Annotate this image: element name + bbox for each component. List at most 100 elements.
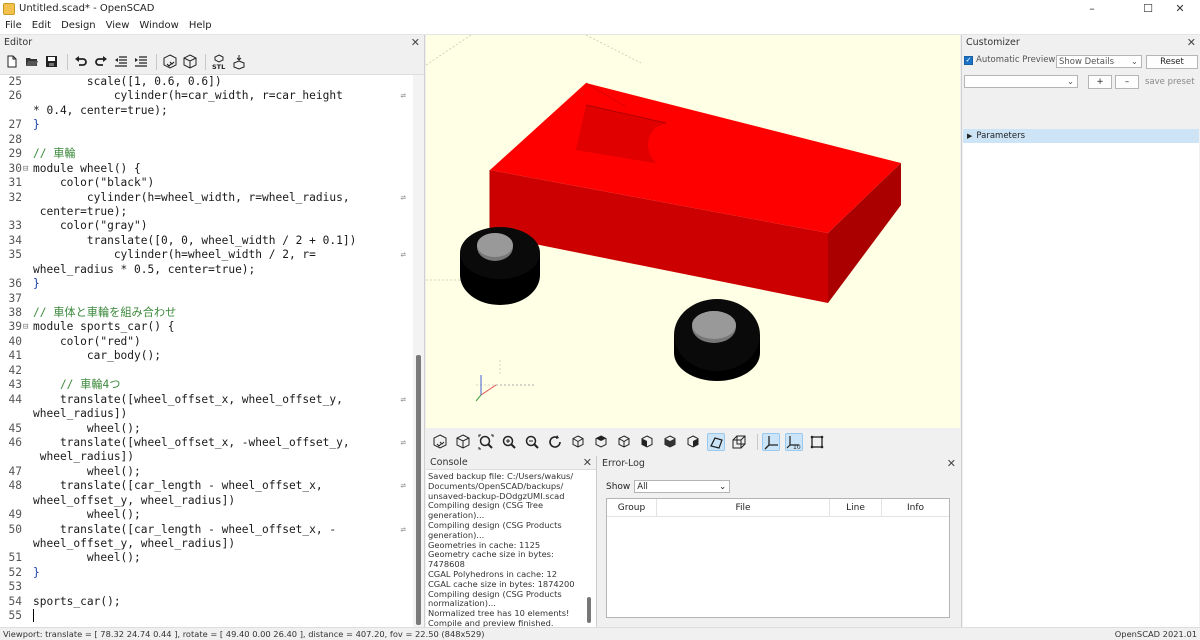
code-line[interactable]: wheel_radius * 0.5, center=true); [0,263,412,277]
redo-icon[interactable] [92,53,109,70]
code-line[interactable]: wheel_radius]) [0,450,412,464]
code-line[interactable]: wheel_offset_y, wheel_radius]) [0,494,412,508]
view-front-icon[interactable] [661,433,679,451]
show-filter-select[interactable]: All ⌄ [634,480,731,493]
reset-view-icon[interactable] [546,433,564,451]
code-line[interactable]: 27} [0,118,412,132]
code-line[interactable]: * 0.4, center=true); [0,104,412,118]
open-file-icon[interactable] [23,53,40,70]
code-line[interactable]: 53 [0,580,412,594]
code-line[interactable]: 26 cylinder(h=car_width, r=car_height ⇌ [0,89,412,103]
show-edges-icon[interactable] [808,433,826,451]
menu-file[interactable]: File [0,20,27,31]
minimize-button[interactable]: – [1072,0,1112,17]
view-left-icon[interactable] [638,433,656,451]
code-line[interactable]: 51 wheel(); [0,551,412,565]
code-line[interactable]: 40 color("red") [0,335,412,349]
save-preset-button[interactable]: save preset [1145,77,1195,87]
code-line[interactable]: wheel_radius]) [0,407,412,421]
code-line[interactable]: 25 scale([1, 0.6, 0.6]) [0,75,412,89]
fold-marker-icon[interactable]: ⊟ [23,320,31,334]
view-all-icon[interactable] [477,433,495,451]
perspective-icon[interactable] [707,433,725,451]
code-line[interactable]: 34 translate([0, 0, wheel_width / 2 + 0.… [0,234,412,248]
console-close-button[interactable]: ✕ [583,456,592,469]
code-line[interactable]: 50 translate([car_length - wheel_offset_… [0,523,412,537]
menu-window[interactable]: Window [134,20,183,31]
menu-edit[interactable]: Edit [27,20,56,31]
code-line[interactable]: center=true); [0,205,412,219]
preview-icon[interactable] [431,433,449,451]
menu-view[interactable]: View [101,20,135,31]
unindent-icon[interactable] [112,53,129,70]
show-axes-icon[interactable] [762,433,780,451]
code-line[interactable]: 31 color("black") [0,176,412,190]
code-line[interactable]: 36} [0,277,412,291]
auto-preview-checkbox[interactable]: ✓ [964,55,973,65]
details-select[interactable]: Show Details ⌄ [1056,55,1142,68]
customizer-close-button[interactable]: ✕ [1187,36,1196,49]
code-line[interactable]: 28 [0,133,412,147]
code-line[interactable]: 49 wheel(); [0,508,412,522]
code-line[interactable]: 44 translate([wheel_offset_x, wheel_offs… [0,393,412,407]
preset-select[interactable]: ⌄ [964,75,1078,88]
new-file-icon[interactable] [3,53,20,70]
save-icon[interactable] [43,53,60,70]
preview-icon[interactable] [161,53,178,70]
code-line[interactable]: 47 wheel(); [0,465,412,479]
orthogonal-icon[interactable] [730,433,748,451]
code-line[interactable]: 46 translate([wheel_offset_x, -wheel_off… [0,436,412,450]
code-line[interactable]: 35 cylinder(h=wheel_width / 2, r= ⇌ [0,248,412,262]
code-line[interactable]: 42 [0,364,412,378]
view-bottom-icon[interactable] [615,433,633,451]
column-group[interactable]: Group [607,499,657,516]
column-line[interactable]: Line [830,499,882,516]
undo-icon[interactable] [72,53,89,70]
menu-help[interactable]: Help [184,20,217,31]
code-line[interactable]: 41 car_body(); [0,349,412,363]
code-line[interactable]: 54 sports_car(); [0,595,412,609]
column-info[interactable]: Info [882,499,949,516]
code-line[interactable]: 37 [0,292,412,306]
editor-scrollbar-thumb[interactable] [416,355,421,625]
close-window-button[interactable]: ✕ [1160,0,1200,17]
view-right-icon[interactable] [569,433,587,451]
fold-marker-icon[interactable]: ⊟ [23,162,31,176]
render-icon[interactable] [454,433,472,451]
error-log-close-button[interactable]: ✕ [947,457,956,470]
remove-preset-button[interactable]: – [1115,75,1139,89]
reset-button[interactable]: Reset [1146,55,1198,69]
code-line[interactable]: 30 ⊟ module wheel() { [0,162,412,176]
code-line[interactable]: 32 cylinder(h=wheel_width, r=wheel_radiu… [0,191,412,205]
send-to-print-icon[interactable] [230,53,247,70]
indent-icon[interactable] [132,53,149,70]
console-scrollbar-thumb[interactable] [587,597,591,623]
model-render[interactable] [426,35,960,428]
code-line[interactable]: 38 // 車体と車輪を組み合わせ [0,306,412,320]
code-line[interactable]: 33 color("gray") [0,219,412,233]
column-file[interactable]: File [657,499,830,516]
code-line[interactable]: 52} [0,566,412,580]
menu-design[interactable]: Design [56,20,101,31]
code-line[interactable]: 43 // 車輪4つ [0,378,412,392]
editor-scrollbar[interactable] [413,75,424,627]
zoom-out-icon[interactable] [523,433,541,451]
show-scale-icon[interactable]: 10 [785,433,803,451]
zoom-in-icon[interactable] [500,433,518,451]
console-scrollbar[interactable] [584,472,594,627]
add-preset-button[interactable]: + [1088,75,1112,89]
code-line[interactable]: 55 [0,609,412,623]
code-line[interactable]: 48 translate([car_length - wheel_offset_… [0,479,412,493]
code-line[interactable]: 45 wheel(); [0,422,412,436]
view-top-icon[interactable] [592,433,610,451]
export-stl-icon[interactable]: STL [210,53,227,70]
view-back-icon[interactable] [684,433,702,451]
parameters-group[interactable]: ▶ Parameters [963,129,1199,143]
render-icon[interactable] [181,53,198,70]
code-line[interactable]: 29 // 車輪 [0,147,412,161]
3d-viewport[interactable] [426,35,960,428]
code-editor[interactable]: 25 scale([1, 0.6, 0.6]) 26 cylinder(h=car… [0,75,412,627]
editor-close-button[interactable]: ✕ [411,36,420,49]
code-line[interactable]: 39 ⊟ module sports_car() { [0,320,412,334]
code-line[interactable]: wheel_offset_y, wheel_radius]) [0,537,412,551]
